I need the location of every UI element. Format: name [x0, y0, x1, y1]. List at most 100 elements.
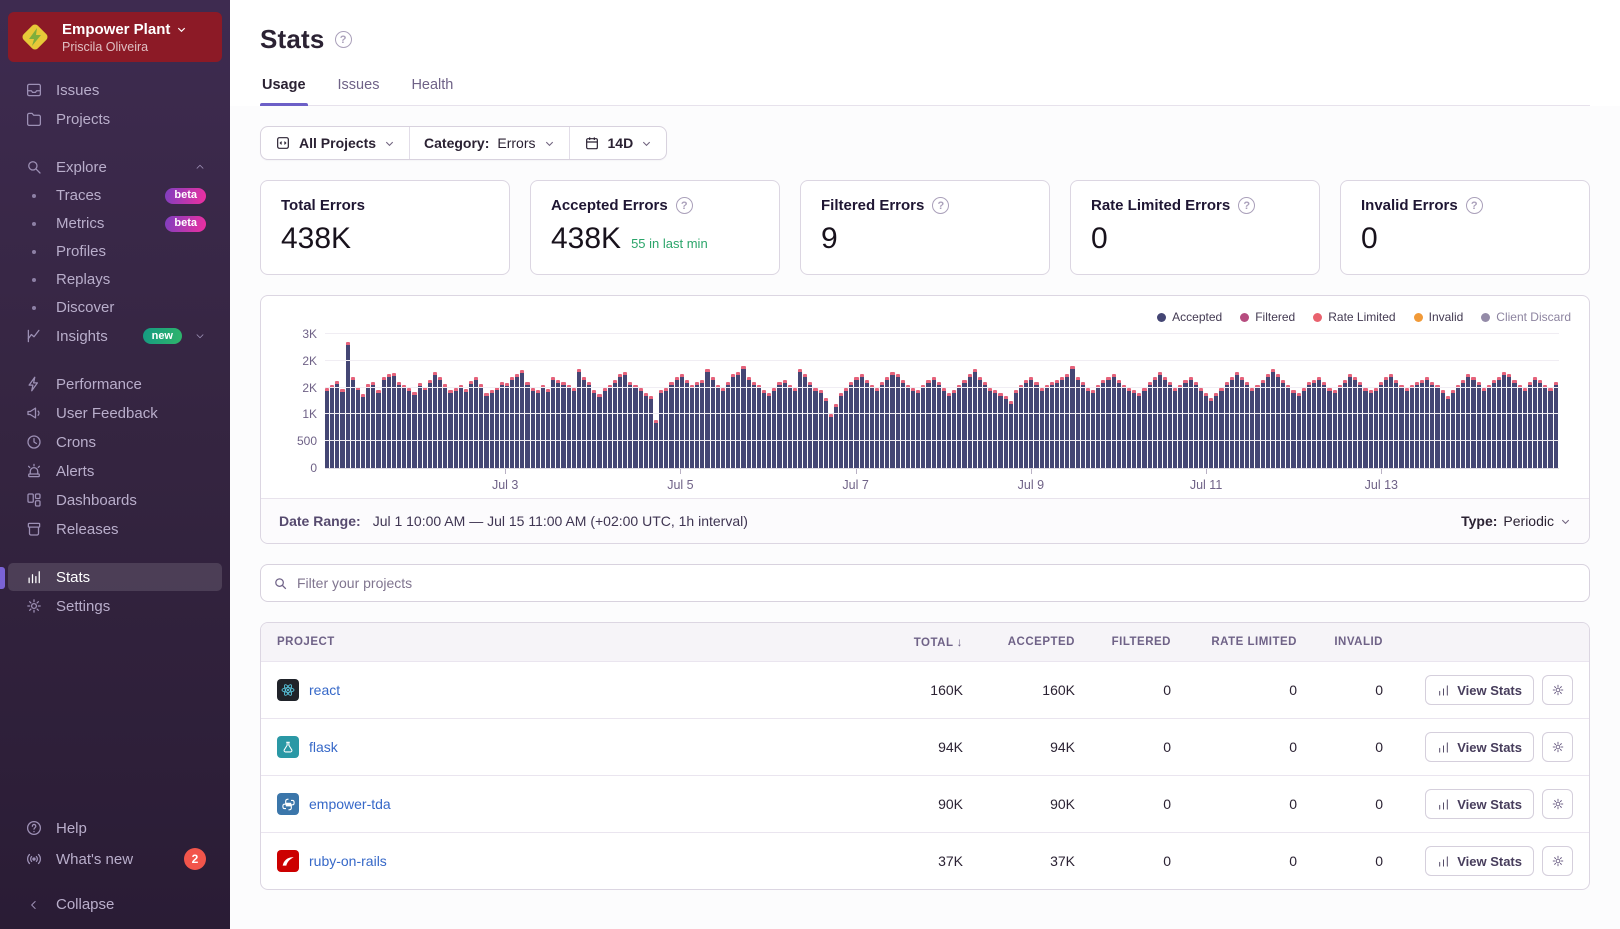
card-help-icon[interactable]: ? [675, 197, 693, 214]
chart-bar[interactable] [325, 387, 330, 468]
chart-bar[interactable] [1013, 390, 1018, 468]
chart-bar[interactable] [808, 382, 813, 468]
chart-bar[interactable] [1486, 384, 1491, 468]
chart-bar[interactable] [844, 387, 849, 468]
chart-bar[interactable] [520, 370, 525, 468]
legend-item-filtered[interactable]: Filtered [1240, 310, 1295, 324]
chart-bar[interactable] [1008, 401, 1013, 468]
chart-bar[interactable] [1060, 376, 1065, 468]
chart-bar[interactable] [900, 379, 905, 468]
chart-bar[interactable] [1003, 395, 1008, 468]
tab-usage[interactable]: Usage [260, 77, 308, 106]
sidebar-item-alerts[interactable]: Alerts [8, 457, 222, 485]
chart-bar[interactable] [1090, 390, 1096, 468]
chart-bar[interactable] [402, 384, 407, 468]
chart-bar[interactable] [674, 376, 679, 468]
chart-bar[interactable] [530, 387, 535, 468]
chart-bar[interactable] [972, 368, 977, 468]
chart-bar[interactable] [453, 387, 458, 468]
chart-bar[interactable] [1342, 379, 1347, 468]
chart-bar[interactable] [705, 368, 710, 468]
card-help-icon[interactable]: ? [1238, 197, 1256, 214]
chart-bar[interactable] [659, 390, 664, 468]
chart-bar[interactable] [494, 386, 499, 468]
sidebar-item-help[interactable]: Help [8, 814, 222, 842]
chart-bar[interactable] [1507, 374, 1512, 468]
sidebar-item-replays[interactable]: Replays [8, 266, 222, 293]
type-dropdown[interactable]: Type: Periodic [1461, 513, 1571, 529]
chart-bar[interactable] [1018, 384, 1024, 468]
chart-bar[interactable] [618, 374, 623, 468]
legend-item-client-discard[interactable]: Client Discard [1481, 310, 1571, 324]
chart-bar[interactable] [1389, 374, 1394, 468]
chart-bar[interactable] [443, 384, 448, 468]
chart-bar[interactable] [1219, 387, 1224, 468]
chart-bar[interactable] [1270, 368, 1276, 468]
chart-bar[interactable] [1512, 379, 1517, 468]
chart-bar[interactable] [875, 387, 880, 468]
chart-bar[interactable] [988, 387, 993, 468]
chart-bar[interactable] [1538, 379, 1543, 468]
chart-bar[interactable] [417, 383, 422, 468]
sidebar-item-issues[interactable]: Issues [8, 76, 222, 104]
chart-bar[interactable] [854, 376, 859, 468]
sidebar-item-stats[interactable]: Stats [0, 563, 222, 591]
chart-bar[interactable] [710, 376, 715, 468]
chart-bar[interactable] [1491, 379, 1497, 468]
chart-bar[interactable] [1435, 384, 1440, 468]
chart-bar[interactable] [849, 382, 854, 468]
chart-bar[interactable] [1276, 374, 1281, 468]
chart-bar[interactable] [1065, 374, 1070, 468]
chart-bar[interactable] [427, 379, 432, 468]
chart-bar[interactable] [669, 382, 674, 468]
chart-bar[interactable] [571, 387, 576, 468]
chart-bar[interactable] [1096, 384, 1101, 468]
project-settings-button[interactable] [1542, 675, 1573, 705]
chart-bar[interactable] [1116, 379, 1121, 468]
chart-bar[interactable] [499, 382, 504, 468]
view-stats-button[interactable]: View Stats [1425, 675, 1534, 705]
chart-bar[interactable] [1168, 382, 1173, 468]
chart-bar[interactable] [1353, 376, 1358, 468]
chart-bar[interactable] [510, 376, 515, 468]
chart-bar[interactable] [1383, 376, 1389, 468]
chart-bar[interactable] [777, 382, 782, 468]
chart-bar[interactable] [1347, 374, 1353, 468]
project-settings-button[interactable] [1542, 732, 1573, 762]
chart-bar[interactable] [504, 383, 510, 468]
chart-bar[interactable] [1312, 379, 1317, 468]
legend-item-invalid[interactable]: Invalid [1413, 310, 1463, 324]
sidebar-item-discover[interactable]: Discover [8, 294, 222, 321]
chart-bar[interactable] [551, 376, 556, 468]
chart-bar[interactable] [1039, 387, 1044, 468]
chart-bar[interactable] [1450, 390, 1455, 468]
chart-bar[interactable] [643, 392, 648, 468]
project-search-input[interactable] [297, 575, 1577, 591]
chart-bar[interactable] [1204, 392, 1209, 468]
chart-bar[interactable] [1188, 376, 1193, 468]
chart-bar[interactable] [700, 379, 705, 468]
sidebar-item-what-s-new[interactable]: What's new 2 [8, 843, 222, 875]
chart-bar[interactable] [756, 384, 761, 468]
chart-bar[interactable] [1548, 387, 1553, 468]
chart-bar[interactable] [422, 386, 427, 468]
chart-bar[interactable] [947, 392, 952, 468]
chart-bar[interactable] [772, 387, 777, 468]
chart-bar[interactable] [885, 376, 890, 468]
chart-bar[interactable] [761, 390, 767, 468]
card-help-icon[interactable]: ? [1465, 197, 1483, 214]
column-header-rate-limited[interactable]: RATE LIMITED [1171, 636, 1297, 648]
chart-bar[interactable] [1152, 376, 1157, 468]
chart-bar[interactable] [1430, 382, 1435, 468]
chart-bar[interactable] [350, 376, 355, 468]
chart-bar[interactable] [1466, 374, 1471, 468]
chart-bar[interactable] [407, 387, 412, 468]
chart-bar[interactable] [782, 379, 787, 468]
chart-bar[interactable] [1368, 390, 1373, 468]
page-help-icon[interactable]: ? [334, 31, 352, 48]
chart-bar[interactable] [484, 392, 489, 468]
category-filter[interactable]: Category: Errors [409, 127, 568, 159]
chart-bar[interactable] [983, 382, 988, 468]
chart-bar[interactable] [818, 390, 823, 468]
chart-bar[interactable] [535, 390, 540, 468]
